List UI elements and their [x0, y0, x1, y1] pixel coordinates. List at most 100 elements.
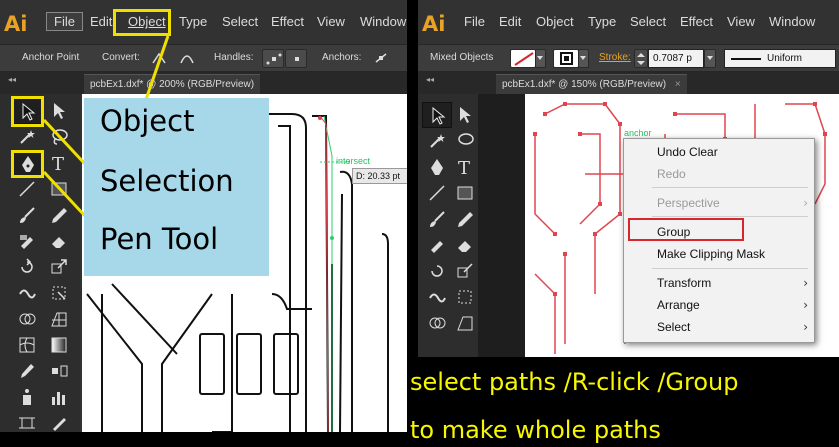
bar-graph-icon: [52, 392, 65, 405]
direct-selection-icon: [460, 107, 471, 123]
warp-tool[interactable]: [422, 284, 452, 310]
stroke-line-icon: [731, 58, 761, 60]
warp-icon: [429, 293, 446, 303]
blend-tool[interactable]: [44, 358, 74, 384]
menu-undo-clear[interactable]: Undo Clear: [657, 145, 718, 159]
transform-submenu-arrow-icon: ›: [803, 276, 808, 290]
note-object: Object: [100, 104, 195, 138]
caption-line-1: select paths /R-click /Group: [410, 368, 739, 396]
perspective-grid-tool[interactable]: [450, 310, 480, 336]
menu-window[interactable]: Window: [769, 14, 815, 29]
no-fill-icon: [514, 52, 534, 66]
mesh-tool[interactable]: [12, 332, 42, 358]
selection-tool[interactable]: [422, 102, 452, 128]
select-submenu-arrow-icon: ›: [803, 320, 808, 334]
stroke-weight-dropdown[interactable]: [704, 49, 716, 68]
eraser-tool[interactable]: [450, 232, 480, 258]
illustrator-logo: Ai: [422, 12, 446, 36]
menu-arrange[interactable]: Arrange: [657, 298, 700, 312]
menu-bar: Ai File Edit Object Type Select Effect V…: [418, 0, 839, 44]
mesh-icon: [19, 337, 35, 353]
rectangle-icon: [457, 186, 473, 200]
blob-brush-icon: [431, 241, 443, 253]
stepper-arrows-icon: [637, 53, 645, 65]
scale-tool[interactable]: [450, 258, 480, 284]
panel-gap: [478, 94, 525, 357]
scale-icon: [457, 263, 473, 278]
pencil-tool[interactable]: [450, 206, 480, 232]
fill-dropdown[interactable]: [535, 49, 546, 68]
free-transform-tool[interactable]: [450, 284, 480, 310]
blend-icon: [52, 365, 68, 377]
direct-selection-tool[interactable]: [450, 102, 480, 128]
artboard-tool[interactable]: [12, 410, 42, 432]
eyedropper-icon: [21, 364, 34, 378]
menu-file[interactable]: File: [464, 14, 485, 29]
control-label: Mixed Objects: [430, 52, 494, 63]
document-tab[interactable]: pcbEx1.dxf* @ 150% (RGB/Preview) ×: [496, 74, 687, 94]
shape-builder-tool[interactable]: [12, 306, 42, 332]
variable-width-profile[interactable]: Uniform: [724, 49, 836, 68]
menu-transform[interactable]: Transform: [657, 276, 711, 290]
document-tab-title: pcbEx1.dxf* @ 150% (RGB/Preview): [502, 79, 667, 90]
gradient-tool[interactable]: [44, 332, 74, 358]
stroke-label[interactable]: Stroke:: [599, 52, 631, 63]
paintbrush-tool[interactable]: [422, 206, 452, 232]
eraser-icon: [458, 241, 471, 252]
menu-perspective[interactable]: Perspective: [657, 196, 720, 210]
pen-tool[interactable]: [422, 154, 452, 180]
menu-select[interactable]: Select: [657, 320, 690, 334]
stroke-swatch[interactable]: [553, 49, 579, 68]
shape-builder-tool[interactable]: [422, 310, 452, 336]
menu-object[interactable]: Object: [536, 14, 574, 29]
pencil-icon: [458, 212, 473, 227]
shape-builder-icon: [19, 313, 36, 325]
chevron-down-icon: [580, 56, 586, 60]
menu-select[interactable]: Select: [630, 14, 666, 29]
fill-swatch[interactable]: [510, 49, 536, 68]
menu-type[interactable]: Type: [588, 14, 616, 29]
stroke-weight-input[interactable]: 0.7087 p: [648, 49, 704, 68]
stroke-stepper[interactable]: [634, 49, 648, 68]
menu-edit[interactable]: Edit: [499, 14, 521, 29]
arrange-submenu-arrow-icon: ›: [803, 298, 808, 312]
menu-redo[interactable]: Redo: [657, 167, 686, 181]
profile-label: Uniform: [767, 53, 803, 64]
close-tab-icon[interactable]: ×: [675, 79, 681, 90]
menu-effect[interactable]: Effect: [680, 14, 713, 29]
svg-text:T: T: [458, 158, 470, 176]
selection-arrow-icon: [432, 107, 446, 125]
note-pen-tool: Pen Tool: [100, 222, 219, 256]
lasso-tool[interactable]: [450, 128, 480, 154]
menu-view[interactable]: View: [727, 14, 755, 29]
shape-builder-icon: [429, 317, 446, 329]
rectangle-tool[interactable]: [450, 180, 480, 206]
blob-brush-tool[interactable]: [422, 232, 452, 258]
type-tool[interactable]: T: [450, 154, 480, 180]
anchor-label: anchor: [624, 128, 652, 138]
gradient-icon: [51, 337, 67, 353]
menu-separator: [652, 268, 808, 269]
rotate-tool[interactable]: [422, 258, 452, 284]
symbol-sprayer-tool[interactable]: [12, 384, 42, 410]
menu-make-clipping-mask[interactable]: Make Clipping Mask: [657, 247, 765, 261]
document-tabstrip: ◂◂ pcbEx1.dxf* @ 150% (RGB/Preview) ×: [418, 72, 839, 94]
slice-icon: [53, 418, 66, 431]
symbol-sprayer-icon: [23, 389, 31, 405]
magic-wand-tool[interactable]: [422, 128, 452, 154]
brush-icon: [430, 211, 445, 227]
collapse-icon[interactable]: ◂◂: [426, 75, 434, 84]
stroke-dropdown[interactable]: [578, 49, 589, 68]
perspective-grid-tool[interactable]: [44, 306, 74, 332]
column-graph-tool[interactable]: [44, 384, 74, 410]
slice-tool[interactable]: [44, 410, 74, 432]
line-tool[interactable]: [422, 180, 452, 206]
annotation-panel: Object Selection Pen Tool: [84, 98, 269, 276]
chevron-down-icon: [537, 56, 543, 60]
control-bar: Mixed Objects Stroke: 0.7087 p Uniform: [418, 44, 839, 72]
lasso-icon: [458, 133, 474, 145]
magic-wand-icon: [430, 134, 445, 148]
artboard-icon: [19, 417, 35, 429]
eyedropper-tool[interactable]: [12, 358, 42, 384]
note-selection: Selection: [100, 164, 234, 198]
